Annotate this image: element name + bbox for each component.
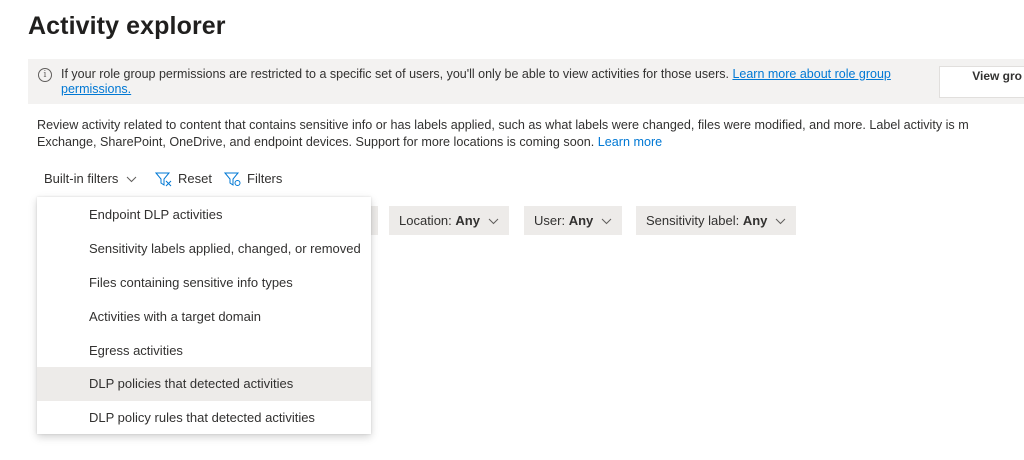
user-filter-label: User: [534, 213, 566, 228]
location-filter-label: Location: [399, 213, 452, 228]
banner-text: If your role group permissions are restr… [61, 67, 733, 81]
menu-item-sensitivity-labels[interactable]: Sensitivity labels applied, changed, or … [37, 232, 371, 266]
menu-item-dlp-policy-rules[interactable]: DLP policy rules that detected activitie… [37, 401, 371, 435]
chevron-down-icon [126, 176, 137, 183]
description-line-2-text: Exchange, SharePoint, OneDrive, and endp… [37, 135, 598, 149]
menu-item-dlp-policies[interactable]: DLP policies that detected activities [37, 367, 371, 401]
description-line-1: Review activity related to content that … [37, 118, 969, 132]
sensitivity-label-filter[interactable]: Sensitivity label: Any [636, 206, 797, 235]
filters-button[interactable]: Filters [224, 169, 282, 189]
user-filter-value: Any [568, 213, 594, 228]
reset-button[interactable]: Reset [155, 169, 212, 189]
menu-item-egress[interactable]: Egress activities [37, 334, 371, 368]
location-filter-value: Any [455, 213, 480, 228]
reset-label: Reset [178, 171, 212, 186]
chevron-down-icon [601, 218, 612, 225]
chevron-down-icon [775, 218, 786, 225]
menu-item-target-domain[interactable]: Activities with a target domain [37, 300, 371, 334]
filters-label: Filters [247, 171, 283, 186]
permissions-banner: i If your role group permissions are res… [28, 59, 1024, 104]
sensitivity-filter-label: Sensitivity label: [646, 213, 740, 228]
clear-filter-icon [155, 172, 172, 187]
builtin-filters-menu: Endpoint DLP activities Sensitivity labe… [37, 197, 371, 434]
location-filter[interactable]: Location: Any [389, 206, 509, 235]
info-icon: i [38, 68, 52, 82]
builtin-filters-label: Built-in filters [44, 171, 119, 186]
description-line-2: Exchange, SharePoint, OneDrive, and endp… [37, 134, 1024, 151]
page-title: Activity explorer [28, 12, 226, 40]
user-filter[interactable]: User: Any [524, 206, 622, 235]
page-description: Review activity related to content that … [37, 117, 1024, 151]
view-role-groups-button[interactable]: View gro [939, 66, 1024, 98]
menu-item-endpoint-dlp[interactable]: Endpoint DLP activities [37, 198, 371, 232]
chevron-down-icon [488, 218, 499, 225]
builtin-filters-button[interactable]: Built-in filters [44, 169, 137, 189]
menu-item-sensitive-info-types[interactable]: Files containing sensitive info types [37, 266, 371, 300]
filter-icon [224, 172, 241, 187]
sensitivity-filter-value: Any [742, 213, 768, 228]
learn-more-link[interactable]: Learn more [598, 135, 662, 149]
banner-message: If your role group permissions are restr… [61, 67, 921, 97]
